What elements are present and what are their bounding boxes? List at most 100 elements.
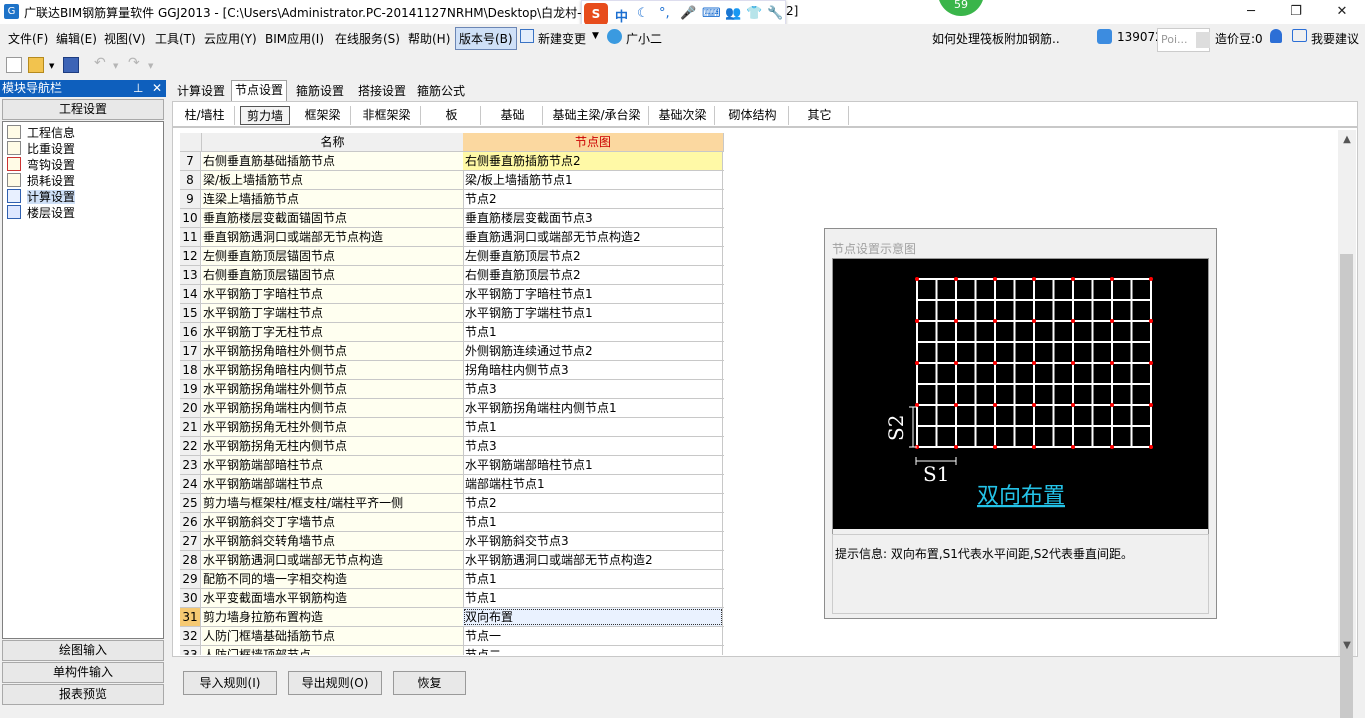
column-header-name[interactable]: 名称	[202, 133, 464, 152]
redo-dropdown-icon[interactable]: ▼	[148, 62, 153, 70]
menu-file[interactable]: 文件(F)	[8, 30, 48, 47]
nav-item-density[interactable]: 比重设置	[7, 140, 75, 156]
row-diagram[interactable]: 端部端柱节点1	[463, 475, 723, 493]
tab-foundation[interactable]: 基础	[483, 106, 543, 125]
new-file-icon[interactable]	[6, 57, 22, 73]
bell-icon[interactable]	[1270, 29, 1282, 43]
ime-mode-toggle[interactable]: 中	[615, 6, 628, 25]
nav-item-hook[interactable]: 弯钩设置	[7, 156, 75, 172]
table-row[interactable]: 26 水平钢筋斜交丁字墙节点 节点1	[180, 513, 724, 532]
tab-lap-settings[interactable]: 搭接设置	[355, 82, 409, 101]
table-row[interactable]: 30 水平变截面墙水平钢筋构造 节点1	[180, 589, 724, 608]
row-diagram[interactable]: 右侧垂直筋顶层节点2	[463, 266, 723, 284]
nav-section-project-settings[interactable]: 工程设置	[2, 99, 164, 120]
table-row[interactable]: 13 右侧垂直筋顶层锚固节点 右侧垂直筋顶层节点2	[180, 266, 724, 285]
save-icon[interactable]	[63, 57, 79, 73]
row-diagram[interactable]: 外侧钢筋连续通过节点2	[463, 342, 723, 360]
tab-stirrup-formula[interactable]: 箍筋公式	[414, 82, 468, 101]
table-row[interactable]: 31 剪力墙身拉筋布置构造 双向布置	[180, 608, 724, 627]
menu-version[interactable]: 版本号(B)	[455, 27, 517, 50]
row-diagram[interactable]: 水平钢筋遇洞口或端部无节点构造2	[463, 551, 723, 569]
row-diagram[interactable]: 节点二	[463, 646, 723, 655]
microphone-icon[interactable]: 🎤	[680, 6, 696, 21]
tab-shear-wall[interactable]: 剪力墙	[240, 106, 290, 125]
row-diagram[interactable]: 梁/板上墙插筋节点1	[463, 171, 723, 189]
table-row[interactable]: 21 水平钢筋拐角无柱外侧节点 节点1	[180, 418, 724, 437]
tab-other[interactable]: 其它	[791, 106, 849, 125]
table-row[interactable]: 23 水平钢筋端部暗柱节点 水平钢筋端部暗柱节点1	[180, 456, 724, 475]
menu-bim[interactable]: BIM应用(I)	[265, 30, 324, 47]
row-diagram[interactable]: 左侧垂直筋顶层节点2	[463, 247, 723, 265]
row-diagram[interactable]: 节点3	[463, 380, 723, 398]
row-diagram[interactable]: 节点一	[463, 627, 723, 645]
open-dropdown-icon[interactable]: ▼	[49, 62, 54, 70]
menu-online[interactable]: 在线服务(S)	[335, 30, 400, 47]
table-row[interactable]: 7 右侧垂直筋基础插筋节点 右侧垂直筋插筋节点2	[180, 152, 724, 171]
punctuation-icon[interactable]: °,	[659, 6, 670, 21]
dropdown-arrow-icon[interactable]: ▼	[592, 31, 599, 41]
row-diagram[interactable]: 节点1	[463, 570, 723, 588]
sogou-logo-icon[interactable]: S	[584, 3, 608, 25]
table-row[interactable]: 27 水平钢筋斜交转角墙节点 水平钢筋斜交节点3	[180, 532, 724, 551]
table-row[interactable]: 22 水平钢筋拐角无柱内侧节点 节点3	[180, 437, 724, 456]
menu-view[interactable]: 视图(V)	[104, 30, 146, 47]
suggest-link[interactable]: 我要建议	[1311, 30, 1359, 47]
nav-report-preview[interactable]: 报表预览	[2, 684, 164, 705]
skin-icon[interactable]: 👕	[746, 6, 762, 21]
moon-icon[interactable]: ☾	[637, 6, 649, 21]
nav-item-calc-settings[interactable]: 计算设置	[7, 188, 76, 204]
undo-icon[interactable]: ↶	[94, 55, 106, 71]
table-row[interactable]: 15 水平钢筋丁字端柱节点 水平钢筋丁字端柱节点1	[180, 304, 724, 323]
row-diagram[interactable]: 节点2	[463, 494, 723, 512]
row-diagram[interactable]: 垂直筋楼层变截面节点3	[463, 209, 723, 227]
import-rules-button[interactable]: 导入规则(I)	[183, 671, 277, 695]
row-diagram[interactable]: 水平钢筋端部暗柱节点1	[463, 456, 723, 474]
redo-icon[interactable]: ↷	[128, 55, 140, 71]
table-row[interactable]: 32 人防门框墙基础插筋节点 节点一	[180, 627, 724, 646]
column-header-diagram[interactable]: 节点图	[463, 133, 724, 152]
table-row[interactable]: 11 垂直钢筋遇洞口或端部无节点构造 垂直筋遇洞口或端部无节点构造2	[180, 228, 724, 247]
tab-column[interactable]: 柱/墙柱	[175, 106, 235, 125]
table-row[interactable]: 12 左侧垂直筋顶层锚固节点 左侧垂直筋顶层节点2	[180, 247, 724, 266]
tab-foundation-secondary-beam[interactable]: 基础次梁	[651, 106, 715, 125]
table-row[interactable]: 8 梁/板上墙插筋节点 梁/板上墙插筋节点1	[180, 171, 724, 190]
table-row[interactable]: 10 垂直筋楼层变截面锚固节点 垂直筋楼层变截面节点3	[180, 209, 724, 228]
tab-node-settings[interactable]: 节点设置	[231, 80, 288, 102]
restore-button-bottom[interactable]: 恢复	[393, 671, 466, 695]
menu-edit[interactable]: 编辑(E)	[56, 30, 97, 47]
pin-icon[interactable]: ⊥	[133, 80, 143, 97]
row-diagram[interactable]: 节点1	[463, 589, 723, 607]
row-diagram[interactable]: 水平钢筋拐角端柱内侧节点1	[463, 399, 723, 417]
users-icon[interactable]: 👥	[725, 6, 741, 21]
tab-non-frame-beam[interactable]: 非框架梁	[353, 106, 421, 125]
table-row[interactable]: 20 水平钢筋拐角端柱内侧节点 水平钢筋拐角端柱内侧节点1	[180, 399, 724, 418]
table-row[interactable]: 24 水平钢筋端部端柱节点 端部端柱节点1	[180, 475, 724, 494]
nav-single-input[interactable]: 单构件输入	[2, 662, 164, 683]
row-diagram[interactable]: 右侧垂直筋插筋节点2	[463, 152, 723, 170]
row-diagram[interactable]: 节点3	[463, 437, 723, 455]
menu-tools[interactable]: 工具(T)	[155, 30, 196, 47]
undo-dropdown-icon[interactable]: ▼	[113, 62, 118, 70]
tab-calc-settings[interactable]: 计算设置	[174, 82, 228, 101]
nav-item-loss[interactable]: 损耗设置	[7, 172, 75, 188]
row-diagram[interactable]: 垂直筋遇洞口或端部无节点构造2	[463, 228, 723, 246]
account-phone[interactable]: 139072	[1117, 30, 1163, 44]
keyboard-icon[interactable]: ⌨	[702, 6, 721, 21]
row-diagram[interactable]: 拐角暗柱内侧节点3	[463, 361, 723, 379]
nav-item-floor[interactable]: 楼层设置	[7, 204, 75, 220]
table-row[interactable]: 19 水平钢筋拐角端柱外侧节点 节点3	[180, 380, 724, 399]
scroll-up-icon[interactable]: ▲	[1338, 132, 1356, 148]
table-row[interactable]: 29 配筋不同的墙一字相交构造 节点1	[180, 570, 724, 589]
menu-new-change[interactable]: 新建变更	[538, 30, 586, 47]
row-diagram[interactable]: 节点1	[463, 323, 723, 341]
tab-slab[interactable]: 板	[423, 106, 481, 125]
nav-item-project-info[interactable]: 工程信息	[7, 124, 75, 140]
menu-assistant[interactable]: 广小二	[626, 30, 662, 47]
table-row[interactable]: 33 人防门框墙顶部节点 节点二	[180, 646, 724, 655]
nav-close-icon[interactable]: ✕	[152, 80, 162, 97]
help-question-link[interactable]: 如何处理筏板附加钢筋..	[932, 30, 1060, 47]
open-folder-icon[interactable]	[28, 57, 44, 73]
minimize-button[interactable]: ─	[1236, 2, 1266, 22]
table-row[interactable]: 17 水平钢筋拐角暗柱外侧节点 外侧钢筋连续通过节点2	[180, 342, 724, 361]
wrench-icon[interactable]: 🔧	[767, 6, 783, 21]
